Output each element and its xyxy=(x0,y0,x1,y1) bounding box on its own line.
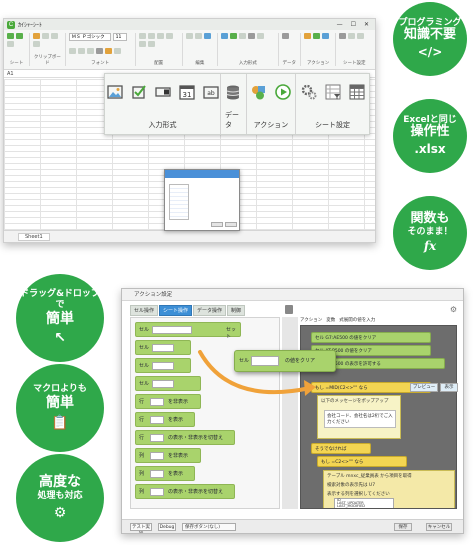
ribbon: シート クリップボード ＭＳ Ｐゴシック 11 フォント 配置 編集 入力形式 … xyxy=(4,30,375,70)
dialog-titlebar xyxy=(165,170,239,178)
save-button[interactable]: 保存 xyxy=(394,523,412,531)
ribbon-group-clipboard[interactable]: クリップボード xyxy=(33,33,66,66)
font-size-select[interactable]: 11 xyxy=(112,33,127,41)
feature-collage: C ｶｲｼｬｰｼｰﾄ — ☐ ✕ シート クリップボード ＭＳ Ｐゴシック 11 xyxy=(0,0,474,545)
badge-functions: 関数も そのまま！ fx xyxy=(393,196,467,270)
action-editor-title: アクション設定 xyxy=(122,289,463,301)
dialog-cancel-button[interactable] xyxy=(225,222,237,227)
action-editor-window: アクション設定 ⚙ セル操作 シート操作 データ操作 制御 セル セット セル セ… xyxy=(121,288,464,534)
ribbon-group-input-format[interactable]: 入力形式 xyxy=(221,33,279,66)
ribbon-group-sheet-settings[interactable]: シート設定 xyxy=(339,33,372,66)
cancel-button[interactable]: キャンセル xyxy=(426,523,452,531)
tab-sheet-ops[interactable]: シート操作 xyxy=(159,305,193,316)
toolbar-label-action: アクション xyxy=(253,122,289,129)
toolbar-group-input-format: 31 ab 入力形式 xyxy=(105,74,221,134)
toolbar-label-sheet-settings: シート設定 xyxy=(315,122,351,129)
toolbar-group-sheet-settings: シート設定 xyxy=(296,74,369,134)
category-tabs: セル操作 シート操作 データ操作 制御 xyxy=(130,305,246,316)
badge-no-programming: プログラミング 知識不要 </> xyxy=(393,2,467,76)
column-checklist[interactable]: ID LAST_UPDATER LAST_MODIFIED rebumel_an… xyxy=(334,498,394,508)
tab-cell-ops[interactable]: セル操作 xyxy=(130,305,159,316)
action-editor-footer: テスト実行 Debug 保存ボタン(なし) 保存 キャンセル xyxy=(122,519,463,533)
filter-icon[interactable] xyxy=(325,84,341,100)
sheet-tab-bar: Sheet1 xyxy=(4,230,375,242)
test-run-button[interactable]: テスト実行 xyxy=(130,523,152,533)
image-icon[interactable] xyxy=(106,84,123,100)
tab-expression[interactable]: 式展開の値を入力 xyxy=(339,317,375,323)
shapes-icon[interactable] xyxy=(251,84,267,100)
badge-easier-than-macro: マクロよりも 簡単 📋 xyxy=(16,364,104,452)
cursor-icon: ↖ xyxy=(54,330,66,347)
zoomed-toolbar: 31 ab 入力形式 データ アクション シート設定 xyxy=(104,73,370,135)
database-icon[interactable] xyxy=(225,84,241,100)
trash-icon[interactable] xyxy=(285,305,293,314)
save-button-select[interactable]: 保存ボタン(なし) xyxy=(182,523,236,531)
app-titlebar: C ｶｲｼｬｰｼｰﾄ — ☐ ✕ xyxy=(4,19,375,30)
palette-block[interactable]: 列を非表示 xyxy=(135,448,201,463)
debug-button[interactable]: Debug xyxy=(158,523,176,531)
ribbon-group-sheet[interactable]: シート xyxy=(7,33,31,66)
clipboard-icon: 📋 xyxy=(51,414,69,431)
preview-button[interactable]: プレビュー xyxy=(410,383,438,392)
toolbar-group-data: データ xyxy=(221,74,247,134)
code-icon: </> xyxy=(417,45,443,60)
tab-data-ops[interactable]: データ操作 xyxy=(193,305,227,316)
table-lookup-block[interactable]: テーブル mnxc_従業員表 から項目を取得 検索対象の表示先は U7 表示する… xyxy=(323,470,455,508)
badge-advanced-processing: 高度な 処理も対応 ⚙ xyxy=(16,454,104,542)
sheet-tab[interactable]: Sheet1 xyxy=(18,232,50,241)
dialog-list[interactable] xyxy=(169,184,189,220)
palette-block[interactable]: 行を表示 xyxy=(135,412,195,427)
ribbon-group-action[interactable]: アクション xyxy=(303,33,337,66)
palette-block[interactable]: 列を表示 xyxy=(135,466,195,481)
function-icon: fx xyxy=(423,239,437,254)
textbox-icon[interactable]: ab xyxy=(202,84,219,100)
settings-dialog xyxy=(164,169,240,231)
badge-drag-and-drop: ドラッグ&ドロップで 簡単 ↖ xyxy=(16,274,104,362)
gear-icon: ⚙ xyxy=(53,504,67,521)
dialog-ok-button[interactable] xyxy=(211,222,223,227)
settings-gear-icon[interactable]: ⚙ xyxy=(450,305,457,314)
else-block[interactable]: そうでなければ xyxy=(311,443,371,454)
ribbon-group-font[interactable]: ＭＳ Ｐゴシック 11 フォント xyxy=(68,33,136,66)
badge-excel-usability: Excelと同じ 操作性 .xlsx xyxy=(393,99,467,173)
dragged-block[interactable]: セル の値をクリア xyxy=(234,350,336,372)
script-tabs: アクション 変数 式展開の値を入力 xyxy=(300,317,375,323)
palette-block[interactable]: 列の表示・非表示を切替え xyxy=(135,484,235,499)
cell-reference: A1 xyxy=(7,71,14,77)
minimize-button[interactable]: — xyxy=(337,21,343,28)
palette-block[interactable]: セル セット xyxy=(135,322,241,340)
tab-variable[interactable]: 変数 xyxy=(326,317,335,323)
maximize-button[interactable]: ☐ xyxy=(351,21,356,28)
ribbon-group-data[interactable]: データ xyxy=(281,33,301,66)
palette-block[interactable]: 行の表示・非表示を切替え xyxy=(135,430,235,445)
tab-control[interactable]: 制御 xyxy=(227,305,246,316)
tab-action[interactable]: アクション xyxy=(300,317,322,323)
toolbar-group-action: アクション xyxy=(247,74,297,134)
checkbox-icon[interactable] xyxy=(131,84,147,100)
table-icon[interactable] xyxy=(349,84,365,100)
ribbon-group-alignment[interactable]: 配置 xyxy=(138,33,183,66)
svg-text:ab: ab xyxy=(207,90,215,97)
gears-icon[interactable] xyxy=(301,84,317,100)
play-icon[interactable] xyxy=(275,84,291,100)
xlsx-icon: .xlsx xyxy=(414,142,446,157)
app-title: ｶｲｼｬｰｼｰﾄ xyxy=(18,22,43,29)
display-button[interactable]: 表示 xyxy=(440,383,458,392)
close-button[interactable]: ✕ xyxy=(364,21,369,28)
toolbar-label-data: データ xyxy=(225,112,239,129)
toolbar-label-input-format: 入力形式 xyxy=(148,122,177,129)
ribbon-group-edit[interactable]: 編集 xyxy=(185,33,219,66)
font-name-select[interactable]: ＭＳ Ｐゴシック xyxy=(68,33,111,41)
calendar-icon[interactable]: 31 xyxy=(178,84,195,100)
app-logo-icon: C xyxy=(7,20,15,29)
if-block-nested[interactable]: もし =C2<>"" なら xyxy=(317,456,407,467)
toggle-icon[interactable] xyxy=(154,84,171,100)
svg-text:31: 31 xyxy=(182,91,191,99)
